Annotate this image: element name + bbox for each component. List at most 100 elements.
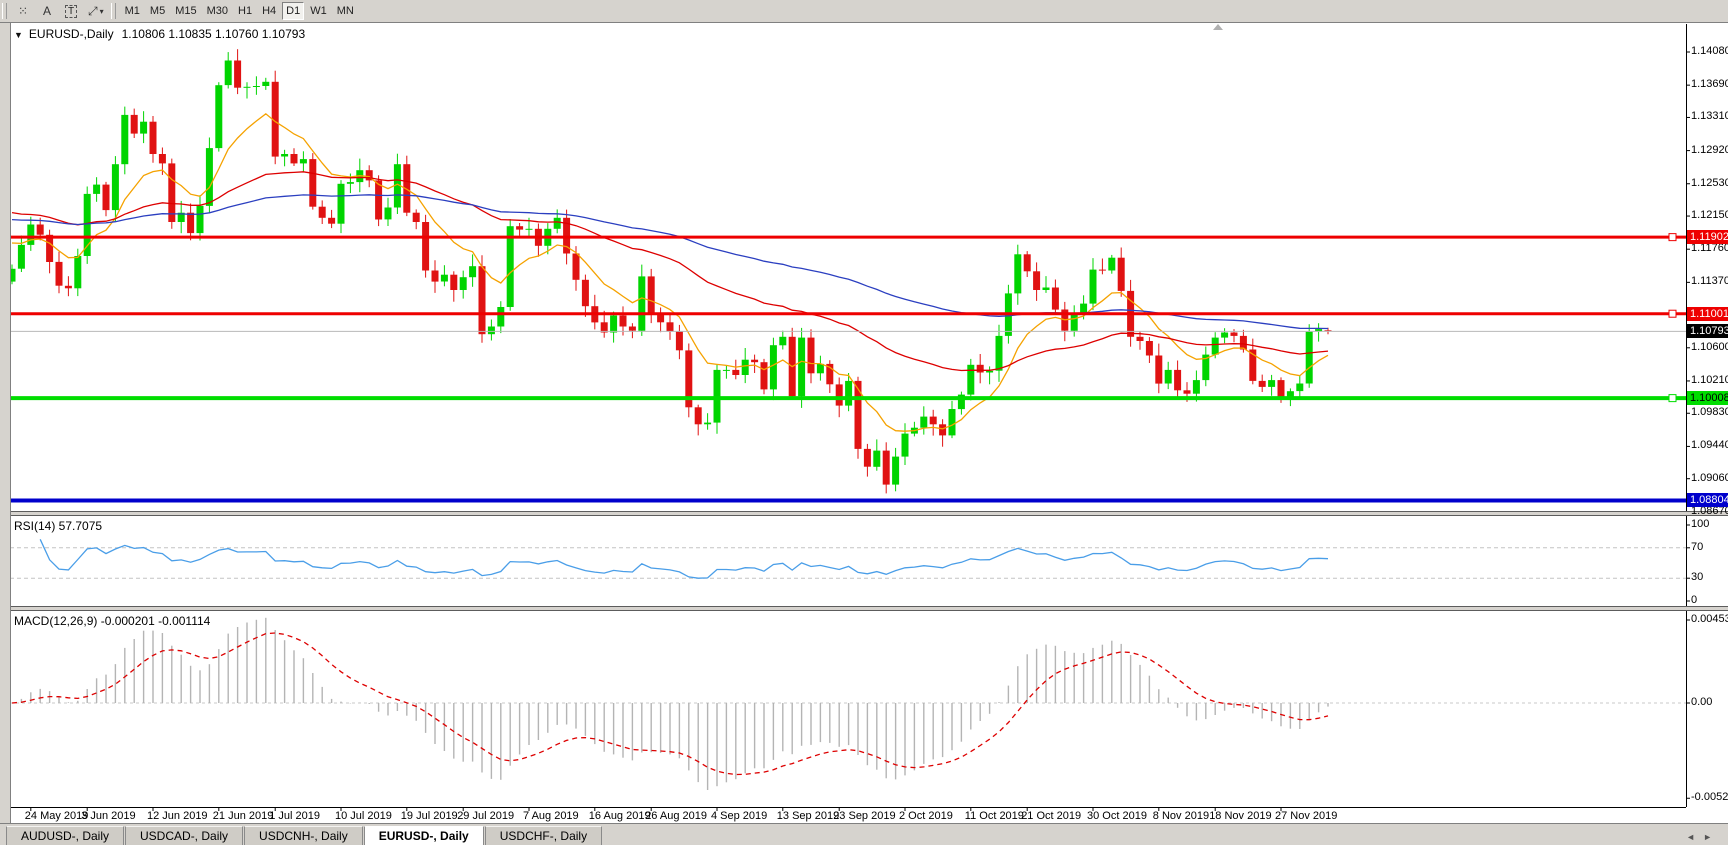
- chart-tab-usdcnh[interactable]: USDCNH-, Daily: [244, 826, 363, 845]
- timeframe-button-h4[interactable]: H4: [258, 2, 280, 20]
- candle: [291, 154, 298, 163]
- candle: [704, 423, 711, 425]
- candle: [131, 115, 138, 134]
- line-handle[interactable]: [1669, 234, 1676, 241]
- candle: [864, 449, 871, 467]
- candle: [300, 159, 307, 163]
- candle: [432, 271, 439, 282]
- chart-shift-marker-icon[interactable]: [1213, 24, 1223, 30]
- candle: [902, 434, 909, 457]
- candle: [225, 61, 232, 86]
- candle: [939, 424, 946, 435]
- candle: [836, 384, 843, 405]
- candle: [516, 226, 523, 229]
- timeframe-button-mn[interactable]: MN: [333, 2, 358, 20]
- candle: [610, 316, 617, 333]
- chart-canvas[interactable]: [0, 0, 1728, 845]
- toolbar-grip[interactable]: [111, 3, 116, 19]
- chart-tab-usdcad[interactable]: USDCAD-, Daily: [125, 826, 243, 845]
- candle: [845, 381, 852, 406]
- chart-grid-glyph: ⁙: [18, 4, 28, 18]
- candle: [1174, 370, 1181, 390]
- timeframe-button-m1[interactable]: M1: [121, 2, 144, 20]
- candle: [469, 266, 476, 277]
- candle: [56, 262, 63, 286]
- candle: [1052, 288, 1059, 310]
- candle: [1268, 380, 1275, 387]
- candle: [1212, 338, 1219, 355]
- cursor-arrows-icon[interactable]: ⤢▾: [84, 2, 108, 20]
- candle: [732, 370, 739, 375]
- candle: [1155, 356, 1162, 384]
- candle: [1278, 380, 1285, 399]
- text-box-icon[interactable]: T: [60, 2, 82, 20]
- candlestick-series: [9, 49, 1332, 493]
- candle: [770, 345, 777, 389]
- toolbar-grip[interactable]: [2, 3, 7, 19]
- candle: [1071, 314, 1078, 331]
- candle: [986, 371, 993, 373]
- candle: [629, 327, 636, 331]
- candle: [1193, 380, 1200, 394]
- tab-scroll-right-icon[interactable]: ►: [1703, 832, 1720, 842]
- chart-tab-audusd[interactable]: AUDUSD-, Daily: [6, 826, 124, 845]
- candle: [620, 316, 627, 327]
- candle: [488, 327, 495, 335]
- candle: [187, 213, 194, 233]
- candle: [262, 82, 269, 86]
- candle: [742, 360, 749, 375]
- candle: [817, 364, 824, 373]
- pane-separator-macd[interactable]: [0, 606, 1728, 611]
- chart-tab-eurusd[interactable]: EURUSD-, Daily: [364, 826, 484, 845]
- mt4-terminal-window: ⁙ A T ⤢▾ M1M5M15M30H1H4D1W1MN ▼EURUSD-,D…: [0, 0, 1728, 845]
- timeframe-button-m30[interactable]: M30: [203, 2, 232, 20]
- timeframe-button-w1[interactable]: W1: [306, 2, 331, 20]
- timeframe-button-h1[interactable]: H1: [234, 2, 256, 20]
- candle: [206, 148, 213, 206]
- candle: [385, 208, 392, 220]
- candle: [1146, 341, 1153, 356]
- candle: [1014, 254, 1021, 293]
- symbol-dropdown-icon[interactable]: ▼: [14, 30, 23, 40]
- candle: [150, 122, 157, 154]
- line-handle[interactable]: [1669, 395, 1676, 402]
- pane-separator-rsi[interactable]: [0, 511, 1728, 516]
- text-a-icon[interactable]: A: [36, 2, 58, 20]
- candle: [1108, 258, 1115, 271]
- candle: [967, 365, 974, 395]
- candle: [460, 277, 467, 290]
- candle: [244, 87, 251, 88]
- timeframe-button-m5[interactable]: M5: [146, 2, 169, 20]
- line-handle[interactable]: [1669, 310, 1676, 317]
- timeframe-button-group: M1M5M15M30H1H4D1W1MN: [120, 2, 359, 20]
- candle: [1221, 333, 1228, 338]
- candle: [648, 276, 655, 313]
- candle: [103, 185, 110, 211]
- candle: [422, 222, 429, 271]
- candle: [347, 182, 354, 184]
- candle: [1043, 288, 1050, 291]
- candle: [37, 225, 44, 235]
- text-a-glyph: A: [43, 4, 51, 18]
- rsi-line: [40, 539, 1328, 578]
- chart-grid-icon[interactable]: ⁙: [12, 2, 34, 20]
- tab-scroll-left-icon[interactable]: ◄: [1686, 832, 1703, 842]
- candle: [1240, 336, 1247, 350]
- candle: [949, 409, 956, 435]
- candle: [413, 213, 420, 222]
- timeframe-button-m15[interactable]: M15: [171, 2, 200, 20]
- text-box-glyph: T: [65, 5, 77, 18]
- cursor-arrows-glyph: ⤢: [88, 4, 98, 19]
- chart-tab-bar: AUDUSD-, DailyUSDCAD-, DailyUSDCNH-, Dai…: [0, 823, 1728, 845]
- toolbar: ⁙ A T ⤢▾ M1M5M15M30H1H4D1W1MN: [0, 0, 1728, 23]
- timeframe-button-d1[interactable]: D1: [282, 2, 304, 20]
- candle: [1024, 254, 1031, 271]
- chart-tab-usdchf[interactable]: USDCHF-, Daily: [485, 826, 602, 845]
- candle: [497, 307, 504, 327]
- candle: [18, 245, 25, 269]
- candle: [338, 184, 345, 224]
- candle: [375, 180, 382, 219]
- candle: [197, 206, 204, 233]
- candle: [573, 254, 580, 280]
- candle: [779, 337, 786, 346]
